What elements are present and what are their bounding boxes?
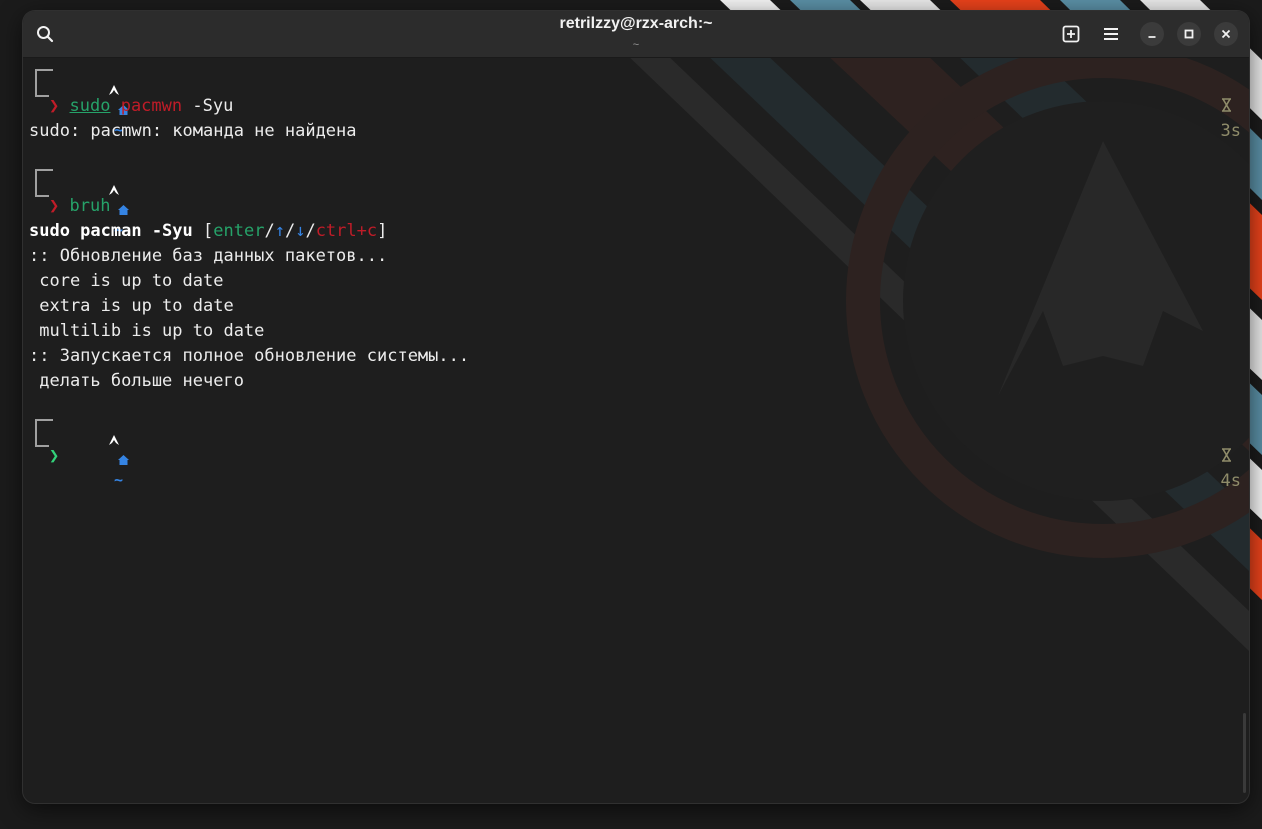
- minimize-button[interactable]: [1140, 22, 1164, 46]
- command-line: ❯ sudo pacmwn -Syu: [49, 94, 233, 119]
- command-name: sudo: [69, 96, 111, 116]
- prompt-path: ~: [113, 471, 123, 489]
- header-bar: retrilzzy@rzx-arch:~ ~: [23, 11, 1249, 58]
- prompt-header: ~: [61, 60, 130, 139]
- suggestion-down: ↓: [295, 221, 306, 241]
- suggestion-up: ↑: [274, 221, 285, 241]
- new-tab-icon: [1062, 25, 1080, 43]
- home-icon: [117, 204, 129, 215]
- maximize-button[interactable]: [1177, 22, 1201, 46]
- new-tab-button[interactable]: [1055, 18, 1087, 50]
- duration-value: 4s: [1220, 471, 1241, 491]
- hourglass-icon: [1221, 448, 1231, 462]
- minimize-icon: [1148, 36, 1156, 38]
- close-icon: [1221, 29, 1231, 39]
- output-line: core is up to date: [29, 271, 224, 291]
- suggestion-enter: enter: [213, 221, 265, 241]
- output-line: sudo: pacmwn: команда не найдена: [29, 121, 357, 141]
- output-line: делать больше нечего: [29, 371, 244, 391]
- suggested-command: sudo pacman -Syu: [29, 221, 193, 241]
- main-menu-button[interactable]: [1095, 18, 1127, 50]
- close-button[interactable]: [1214, 22, 1238, 46]
- home-icon: [117, 454, 129, 465]
- output-line: extra is up to date: [29, 296, 234, 316]
- suggestion-cancel: ctrl+c: [315, 221, 378, 241]
- command-duration: 4s: [1159, 419, 1241, 491]
- output-line: multilib is up to date: [29, 321, 265, 341]
- maximize-icon: [1184, 29, 1194, 39]
- prompt-header: ~: [61, 410, 130, 489]
- command-name: bruh: [69, 196, 111, 216]
- hamburger-menu-icon: [1104, 28, 1118, 40]
- suggestion-separator: /: [284, 221, 296, 241]
- suggestion-separator: /: [264, 221, 275, 241]
- prompt-symbol-error: ❯: [49, 196, 60, 216]
- suggestion-separator: /: [305, 221, 316, 241]
- command-invalid-arg: pacmwn: [120, 96, 183, 116]
- output-line: :: Запускается полное обновление системы…: [29, 346, 470, 366]
- command-duration: 3s: [1159, 69, 1241, 141]
- prompt-symbol-ok: ❯: [49, 446, 60, 466]
- command-suggestion: sudo pacman -Syu [enter/↑/↓/ctrl+c]: [29, 219, 387, 244]
- output-line: :: Обновление баз данных пакетов...: [29, 246, 388, 266]
- command-line: ❯ bruh: [49, 194, 110, 219]
- hourglass-icon: [1221, 98, 1231, 112]
- input-line[interactable]: ❯: [49, 444, 59, 469]
- suggestion-bracket-open: [: [192, 221, 214, 241]
- command-args: -Syu: [182, 96, 234, 116]
- prompt-header: ~: [61, 160, 130, 239]
- scrollbar[interactable]: [1243, 713, 1246, 793]
- terminal-content[interactable]: ~ 3s ❯ sudo pacmwn -Syu sudo: pacmwn: ко…: [23, 58, 1249, 803]
- arch-logo-icon: [108, 434, 119, 445]
- duration-value: 3s: [1220, 121, 1241, 141]
- suggestion-bracket-close: ]: [377, 221, 388, 241]
- prompt-symbol-error: ❯: [49, 96, 60, 116]
- terminal-window: retrilzzy@rzx-arch:~ ~ ~ 3s ❯ sudo pacmw…: [23, 11, 1249, 803]
